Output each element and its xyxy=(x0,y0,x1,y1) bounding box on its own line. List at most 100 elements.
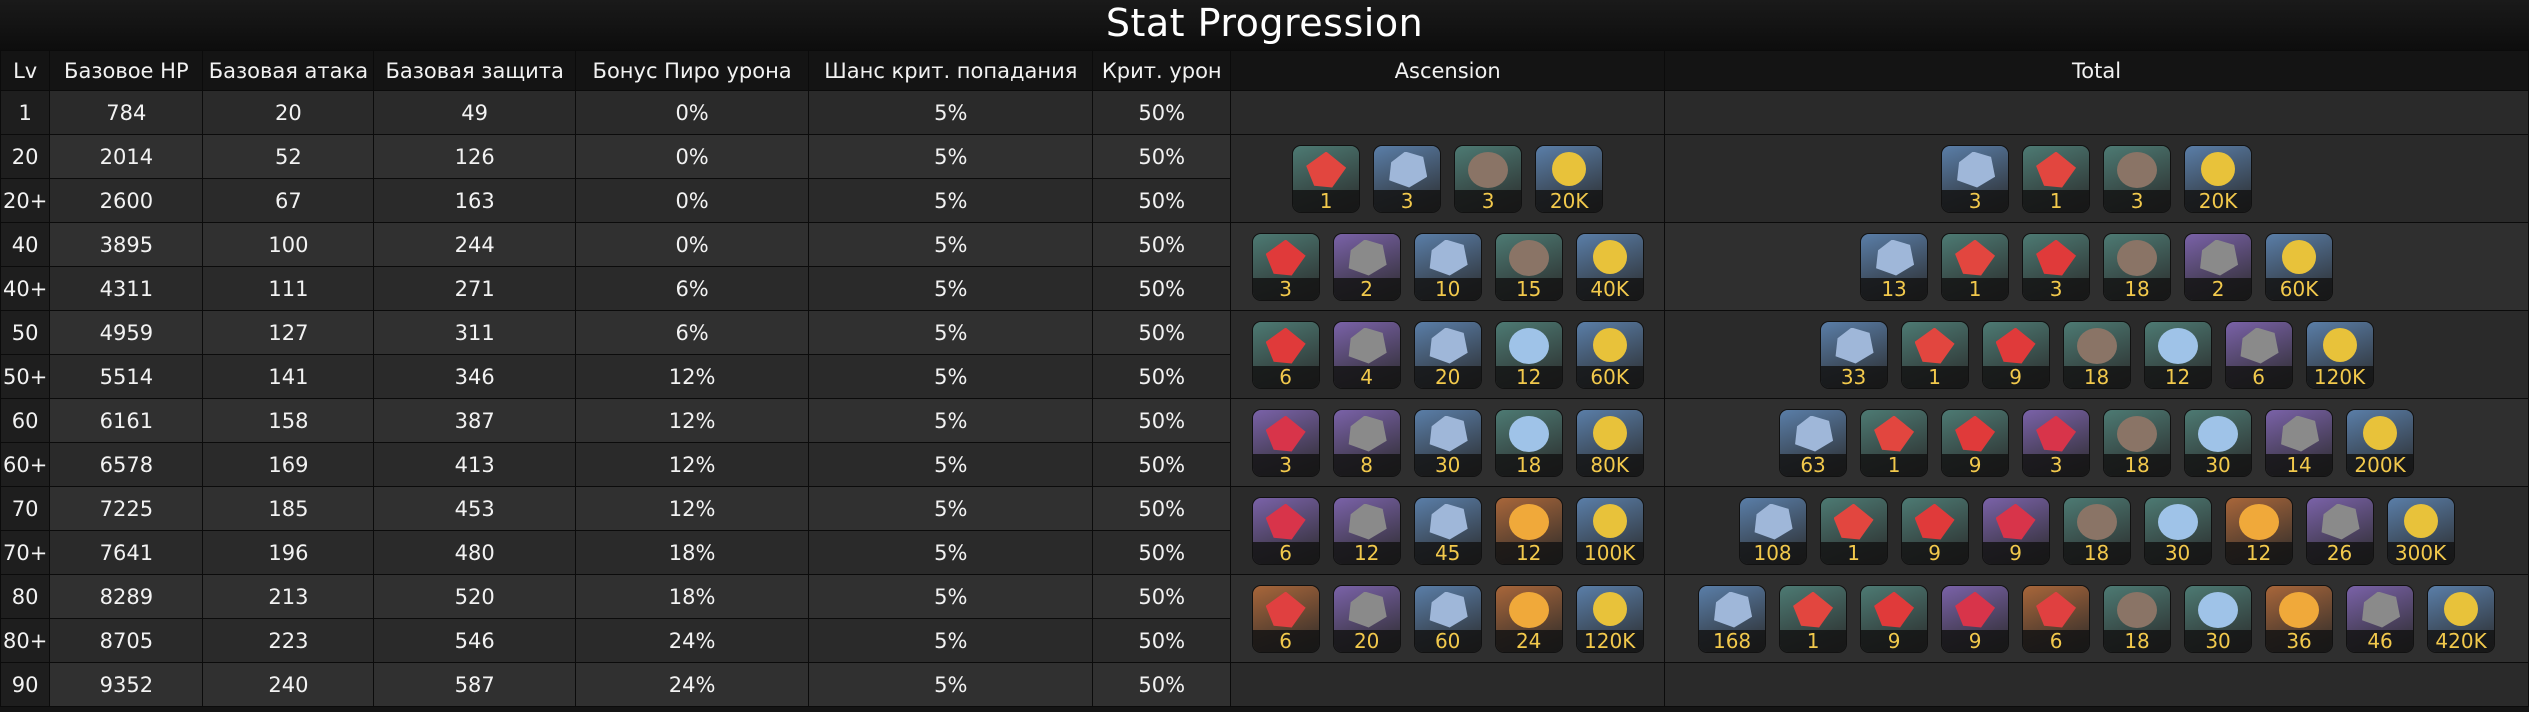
material-item[interactable]: 60K xyxy=(1576,321,1643,388)
material-item[interactable]: 3 xyxy=(2104,145,2171,212)
material-item[interactable]: 1 xyxy=(1942,233,2009,300)
material-item[interactable]: 168 xyxy=(1699,585,1766,652)
material-item[interactable]: 15 xyxy=(1495,233,1562,300)
material-item[interactable]: 40K xyxy=(1576,233,1643,300)
blue-ore-icon xyxy=(1429,415,1468,452)
material-item[interactable]: 6 xyxy=(1252,585,1319,652)
material-item[interactable]: 20K xyxy=(2185,145,2252,212)
material-item[interactable]: 14 xyxy=(2266,409,2333,476)
cell-base-attack: 169 xyxy=(202,442,375,487)
material-item[interactable]: 9 xyxy=(1942,409,2009,476)
cell-level: 70 xyxy=(0,486,51,531)
grey-chunk-icon xyxy=(1348,591,1387,628)
material-item[interactable]: 6 xyxy=(1252,321,1319,388)
material-item[interactable]: 3 xyxy=(1455,145,1522,212)
material-item[interactable]: 12 xyxy=(2225,497,2292,564)
material-item[interactable]: 1 xyxy=(1293,145,1360,212)
material-item[interactable]: 3 xyxy=(1374,145,1441,212)
red-flower-icon xyxy=(1833,503,1874,540)
material-item[interactable]: 33 xyxy=(1820,321,1887,388)
blue-ore-icon xyxy=(1876,239,1915,276)
material-item[interactable]: 2 xyxy=(1333,233,1400,300)
material-item[interactable]: 26 xyxy=(2306,497,2373,564)
material-item[interactable]: 12 xyxy=(1333,497,1400,564)
material-item[interactable]: 30 xyxy=(2144,497,2211,564)
material-item[interactable]: 18 xyxy=(2063,321,2130,388)
cell-crit-damage: 50% xyxy=(1092,398,1232,443)
material-item[interactable]: 9 xyxy=(1942,585,2009,652)
material-item[interactable]: 9 xyxy=(1982,497,2049,564)
table-row: 70 7225 185 453 12% 5% 50% 6 12 45 12 100K 108 1 9 9 18 3… xyxy=(0,486,2529,575)
material-item[interactable]: 1 xyxy=(2023,145,2090,212)
cell-base-defense: 413 xyxy=(373,442,576,487)
material-count: 18 xyxy=(2063,541,2130,564)
ascension-cell: 6 12 45 12 100K xyxy=(1230,486,1666,575)
material-count: 12 xyxy=(2225,541,2292,564)
material-item[interactable]: 1 xyxy=(1820,497,1887,564)
red-gem-fragment-icon xyxy=(1265,503,1306,540)
material-item[interactable]: 24 xyxy=(1495,585,1562,652)
material-item[interactable]: 46 xyxy=(2347,585,2414,652)
material-item[interactable]: 12 xyxy=(1495,497,1562,564)
material-item[interactable]: 108 xyxy=(1739,497,1806,564)
red-flower-icon xyxy=(1793,591,1834,628)
material-item[interactable]: 30 xyxy=(1414,409,1481,476)
material-item[interactable]: 6 xyxy=(1252,497,1319,564)
material-item[interactable]: 20 xyxy=(1333,585,1400,652)
material-item[interactable]: 18 xyxy=(2104,409,2171,476)
material-item[interactable]: 420K xyxy=(2428,585,2495,652)
material-item[interactable]: 300K xyxy=(2387,497,2454,564)
material-item[interactable]: 18 xyxy=(2104,233,2171,300)
material-item[interactable]: 8 xyxy=(1333,409,1400,476)
material-item[interactable]: 2 xyxy=(2185,233,2252,300)
material-item[interactable]: 120K xyxy=(2306,321,2373,388)
material-item[interactable]: 20 xyxy=(1414,321,1481,388)
cell-crit-damage: 50% xyxy=(1092,574,1232,619)
material-item[interactable]: 1 xyxy=(1861,409,1928,476)
material-item[interactable]: 3 xyxy=(2023,409,2090,476)
material-item[interactable]: 4 xyxy=(1333,321,1400,388)
brown-shell-icon xyxy=(2076,503,2117,540)
blue-spiral-icon xyxy=(2157,503,2198,540)
table-row: 60 6161 158 387 12% 5% 50% 3 8 30 18 80K 63 1 9 3 18 30 14… xyxy=(0,398,2529,487)
material-item[interactable]: 36 xyxy=(2266,585,2333,652)
material-item[interactable]: 13 xyxy=(1861,233,1928,300)
material-count: 18 xyxy=(2104,453,2171,476)
material-item[interactable]: 120K xyxy=(1576,585,1643,652)
material-item[interactable]: 1 xyxy=(1780,585,1847,652)
cell-base-hp: 7641 xyxy=(49,530,204,575)
material-item[interactable]: 63 xyxy=(1780,409,1847,476)
material-count: 10 xyxy=(1414,277,1481,300)
material-item[interactable]: 9 xyxy=(1861,585,1928,652)
cell-crit-rate: 5% xyxy=(808,134,1094,179)
material-item[interactable]: 18 xyxy=(1495,409,1562,476)
material-item[interactable]: 3 xyxy=(1252,233,1319,300)
cell-base-hp: 3895 xyxy=(49,222,204,267)
material-item[interactable]: 9 xyxy=(1901,497,1968,564)
material-item[interactable]: 60K xyxy=(2266,233,2333,300)
cell-base-hp: 7225 xyxy=(49,486,204,531)
material-item[interactable]: 6 xyxy=(2225,321,2292,388)
material-item[interactable]: 6 xyxy=(2023,585,2090,652)
material-item[interactable]: 9 xyxy=(1982,321,2049,388)
material-item[interactable]: 60 xyxy=(1414,585,1481,652)
material-item[interactable]: 3 xyxy=(1942,145,2009,212)
cell-level: 80 xyxy=(0,574,51,619)
material-item[interactable]: 45 xyxy=(1414,497,1481,564)
material-item[interactable]: 20K xyxy=(1536,145,1603,212)
material-item[interactable]: 30 xyxy=(2185,585,2252,652)
material-item[interactable]: 3 xyxy=(2023,233,2090,300)
material-item[interactable]: 18 xyxy=(2104,585,2171,652)
material-item[interactable]: 10 xyxy=(1414,233,1481,300)
cell-pyro-bonus: 24% xyxy=(574,662,810,707)
material-item[interactable]: 12 xyxy=(1495,321,1562,388)
material-item[interactable]: 12 xyxy=(2144,321,2211,388)
material-count: 12 xyxy=(2144,365,2211,388)
material-item[interactable]: 3 xyxy=(1252,409,1319,476)
material-item[interactable]: 1 xyxy=(1901,321,1968,388)
material-item[interactable]: 30 xyxy=(2185,409,2252,476)
material-item[interactable]: 18 xyxy=(2063,497,2130,564)
material-item[interactable]: 100K xyxy=(1576,497,1643,564)
material-item[interactable]: 80K xyxy=(1576,409,1643,476)
material-item[interactable]: 200K xyxy=(2347,409,2414,476)
